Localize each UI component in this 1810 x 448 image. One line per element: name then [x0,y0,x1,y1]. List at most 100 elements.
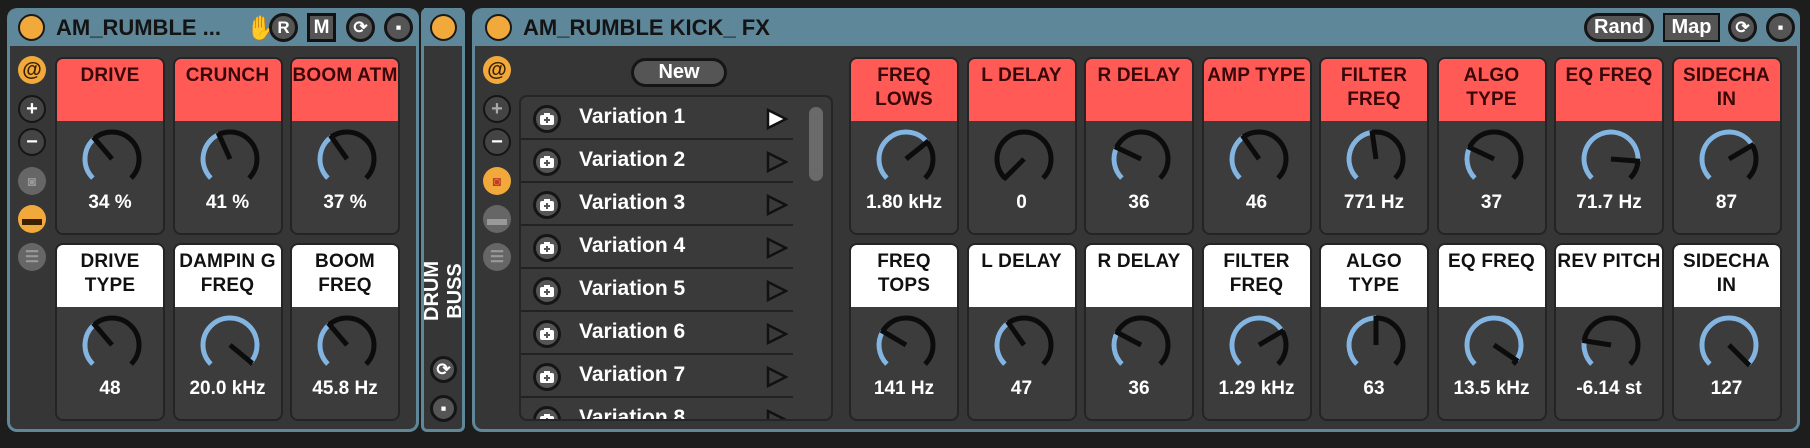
refresh-icon[interactable]: ⟳ [1728,13,1757,42]
list-icon[interactable]: ☰ [18,243,46,271]
knob-dial[interactable] [195,124,265,188]
knob-dial[interactable] [195,310,265,374]
camera-icon[interactable] [533,191,561,219]
variation-row[interactable]: Variation 7 [521,355,793,398]
knob-dial[interactable] [989,310,1059,374]
macro-knob-boom-atm[interactable]: BOOM ATM 37 % [290,57,400,235]
play-icon[interactable] [766,194,788,216]
macro-knob-algo-type[interactable]: ALGO TYPE 37 [1436,57,1547,235]
macro-knob-sidecha-in[interactable]: SIDECHA IN 127 [1671,243,1782,421]
camera-icon[interactable] [533,148,561,176]
variations-scrollbar[interactable] [809,107,823,181]
macro-knob-crunch[interactable]: CRUNCH 41 % [172,57,283,235]
macro-knob-drive[interactable]: DRIVE 34 % [55,57,165,235]
device-power-button[interactable] [485,14,512,41]
knob-dial[interactable] [312,310,382,374]
macro-knob-algo-type[interactable]: ALGO TYPE 63 [1319,243,1429,421]
remove-macro-icon[interactable]: − [18,128,46,156]
variation-row[interactable]: Variation 2 [521,140,793,183]
rack-save-icon[interactable]: ▪ [430,395,457,422]
play-icon[interactable] [766,366,788,388]
variation-row[interactable]: Variation 8 [521,398,793,421]
m-button[interactable]: M [307,13,336,42]
knob-dial[interactable] [1459,310,1529,374]
knob-dial[interactable] [1106,124,1176,188]
play-icon[interactable] [766,237,788,259]
camera-icon[interactable] [533,363,561,391]
macro-knob-dampin-g-freq[interactable]: DAMPIN G FREQ 20.0 kHz [172,243,283,421]
new-variation-button[interactable]: New [631,58,727,87]
variation-row[interactable]: Variation 3 [521,183,793,226]
knob-dial[interactable] [989,124,1059,188]
camera-icon[interactable] [533,406,561,419]
play-icon[interactable] [766,409,788,421]
macro-knob-eq-freq[interactable]: EQ FREQ 13.5 kHz [1436,243,1547,421]
knob-dial[interactable] [1694,310,1764,374]
save-icon[interactable]: ▪ [1766,13,1795,42]
variations-toggle-icon[interactable]: ▬ [483,205,511,233]
macro-knob-l-delay[interactable]: L DELAY 47 [966,243,1077,421]
device-title: AM_RUMBLE KICK_ FX [523,15,770,40]
macro-knob-sidecha-in[interactable]: SIDECHA IN 87 [1671,57,1782,235]
add-macro-icon[interactable]: + [18,95,46,123]
macro-swirl-icon[interactable]: @ [483,56,511,84]
macro-knob-rev-pitch[interactable]: REV PITCH -6.14 st [1554,243,1664,421]
knob-dial[interactable] [1459,124,1529,188]
macro-knob-filter-freq[interactable]: FILTER FREQ 1.29 kHz [1201,243,1312,421]
variations-toggle-icon[interactable]: ▬ [18,205,46,233]
knob-value: 37 [1480,192,1503,213]
macro-knob-r-delay[interactable]: R DELAY 36 [1084,243,1194,421]
save-icon[interactable]: ▪ [384,13,413,42]
device-am-rumble: AM_RUMBLE ... ✋ R M ⟳ ▪ @ + − ◙ ▬ ☰ DRIV… [7,8,419,432]
macro-knob-freq-lows[interactable]: FREQ LOWS 1.80 kHz [849,57,959,235]
macro-knob-freq-tops[interactable]: FREQ TOPS 141 Hz [849,243,959,421]
variation-row[interactable]: Variation 6 [521,312,793,355]
macro-knob-filter-freq[interactable]: FILTER FREQ 771 Hz [1319,57,1429,235]
refresh-icon[interactable]: ⟳ [346,13,375,42]
variation-row[interactable]: Variation 4 [521,226,793,269]
play-icon[interactable] [766,151,788,173]
knob-dial[interactable] [1576,124,1646,188]
knob-dial[interactable] [312,124,382,188]
camera-snapshot-icon[interactable]: ◙ [18,167,46,195]
knob-dial[interactable] [77,124,147,188]
camera-icon[interactable] [533,234,561,262]
play-icon[interactable] [766,323,788,345]
camera-icon[interactable] [533,105,561,133]
add-macro-icon[interactable]: + [483,95,511,123]
variation-row[interactable]: Variation 5 [521,269,793,312]
macro-knob-boom-freq[interactable]: BOOM FREQ 45.8 Hz [290,243,400,421]
knob-dial[interactable] [871,310,941,374]
macro-knob-l-delay[interactable]: L DELAY 0 [966,57,1077,235]
rand-button[interactable]: Rand [1584,13,1654,42]
camera-icon[interactable] [533,277,561,305]
remove-macro-icon[interactable]: − [483,128,511,156]
knob-dial[interactable] [77,310,147,374]
knob-dial[interactable] [1341,124,1411,188]
macro-swirl-icon[interactable]: @ [18,56,46,84]
play-icon[interactable] [766,108,788,130]
list-icon[interactable]: ☰ [483,243,511,271]
macro-knob-eq-freq[interactable]: EQ FREQ 71.7 Hz [1554,57,1664,235]
knob-dial[interactable] [871,124,941,188]
knob-value: 47 [1010,378,1033,399]
knob-dial[interactable] [1341,310,1411,374]
camera-snapshot-icon[interactable]: ◙ [483,167,511,195]
rack-refresh-icon[interactable]: ⟳ [430,356,457,383]
play-icon[interactable] [766,280,788,302]
variation-row[interactable]: Variation 1 [521,97,793,140]
map-button[interactable]: Map [1663,13,1720,42]
variations-list[interactable]: Variation 1 Variation 2 Variation 3 Variati… [519,95,833,421]
macro-knob-amp-type[interactable]: AMP TYPE 46 [1201,57,1312,235]
r-button[interactable]: R [269,13,298,42]
device-power-button[interactable] [18,14,45,41]
macro-knob-r-delay[interactable]: R DELAY 36 [1084,57,1194,235]
rack-power-button[interactable] [430,14,457,41]
knob-dial[interactable] [1106,310,1176,374]
knob-dial[interactable] [1224,310,1294,374]
macro-knob-drive-type[interactable]: DRIVE TYPE 48 [55,243,165,421]
knob-dial[interactable] [1694,124,1764,188]
camera-icon[interactable] [533,320,561,348]
knob-dial[interactable] [1224,124,1294,188]
knob-dial[interactable] [1576,310,1646,374]
